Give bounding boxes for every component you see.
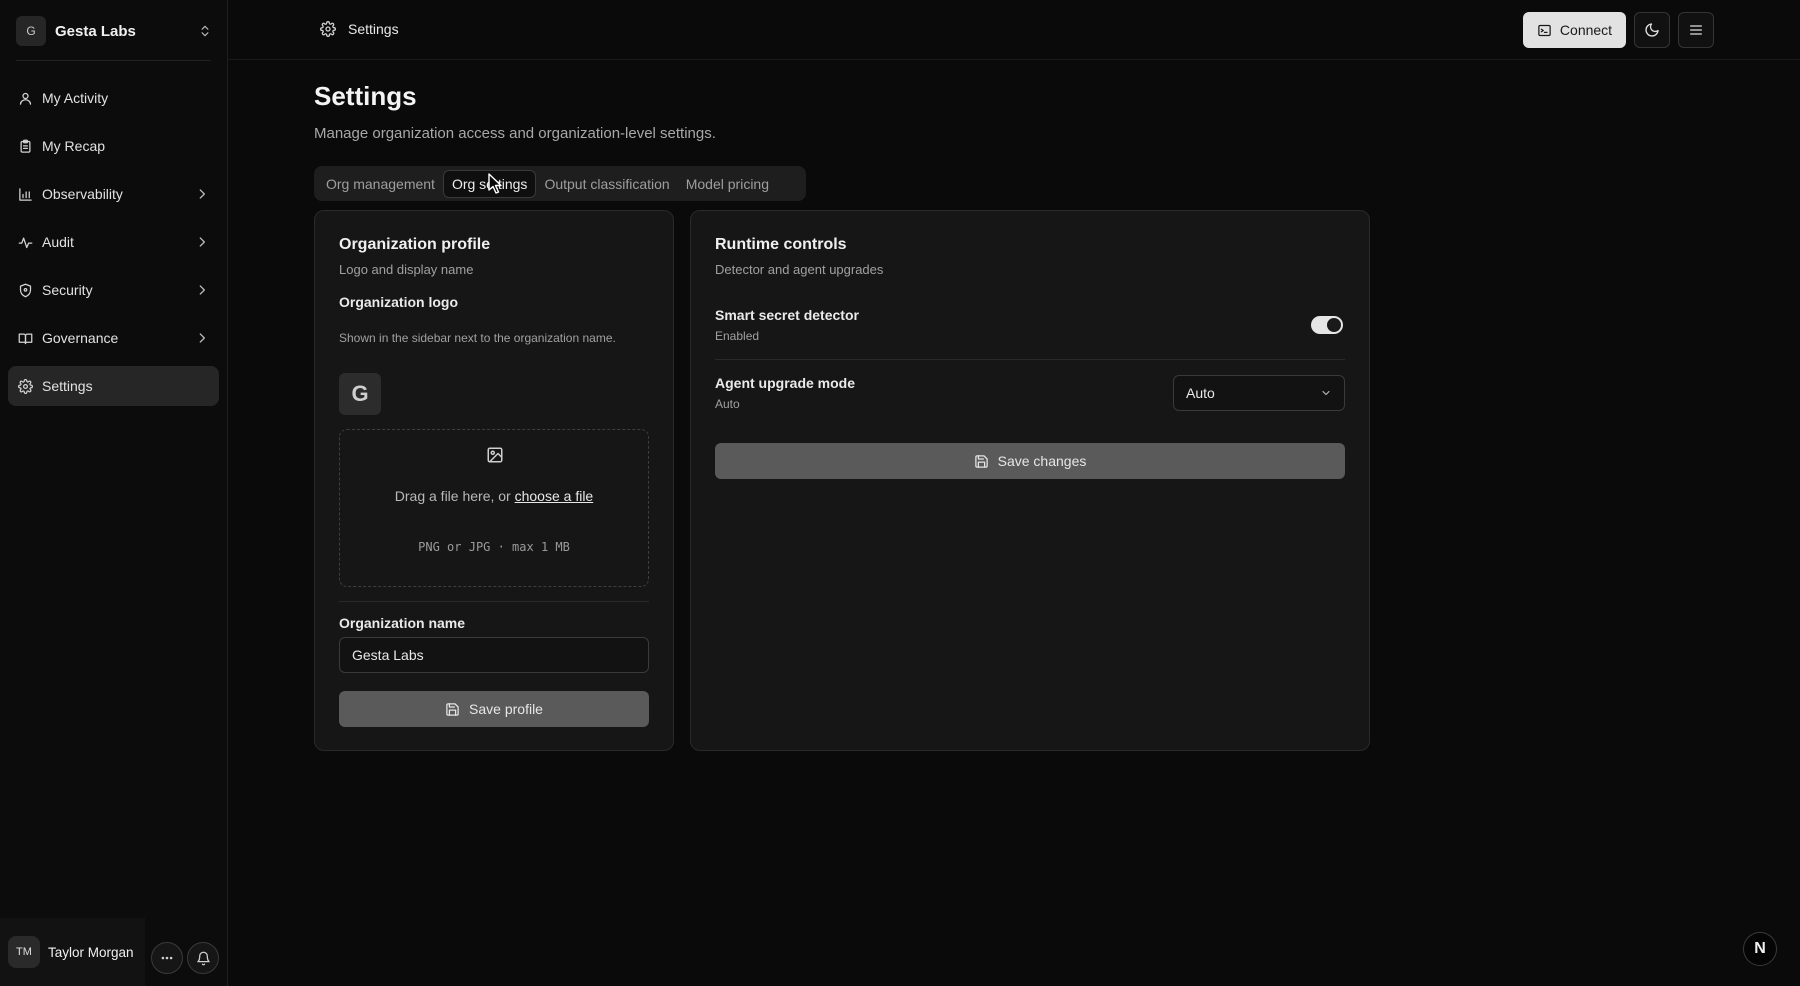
more-options-button[interactable] (151, 942, 183, 974)
organization-logo-help: Shown in the sidebar next to the organiz… (339, 331, 616, 345)
save-profile-label: Save profile (469, 701, 543, 717)
gear-icon (320, 21, 336, 37)
activity-icon (18, 237, 33, 248)
sidebar-item-label: Observability (42, 186, 123, 202)
tab-output-classification[interactable]: Output classification (536, 170, 677, 198)
connect-label: Connect (1559, 22, 1613, 38)
organization-logo-preview: G (339, 373, 381, 415)
card-title: Runtime controls (715, 236, 847, 253)
page-subtitle: Manage organization access and organizat… (314, 125, 716, 142)
smart-secret-detector-status: Enabled (715, 329, 760, 343)
image-upload-icon (487, 447, 503, 463)
chevron-right-icon (199, 285, 205, 295)
bar-chart-icon (19, 187, 32, 201)
dropzone-hint: PNG or JPG · max 1 MB (418, 540, 570, 554)
runtime-controls-card: Runtime controls Detector and agent upgr… (690, 210, 1370, 751)
choose-file-link[interactable]: choose a file (515, 488, 594, 504)
card-divider (715, 359, 1345, 360)
sidebar: G Gesta Labs My Activity My Recap Observ… (0, 0, 228, 986)
shield-icon (19, 283, 32, 297)
sidebar-item-settings[interactable]: Settings (8, 366, 219, 406)
sidebar-item-my-recap[interactable]: My Recap (8, 126, 219, 166)
moon-icon (1645, 23, 1659, 37)
sidebar-item-label: Audit (42, 234, 74, 250)
toggle-knob (1327, 318, 1341, 332)
sidebar-item-label: Security (42, 282, 93, 298)
sidebar-item-governance[interactable]: Governance (8, 318, 219, 358)
user-name[interactable]: Taylor Morgan (48, 945, 134, 960)
agent-upgrade-mode-label: Agent upgrade mode (715, 375, 856, 391)
page-title: Settings (314, 81, 417, 111)
chevron-right-icon (199, 333, 205, 343)
tab-org-management[interactable]: Org management (318, 170, 443, 198)
chevron-down-icon (1322, 390, 1330, 396)
card-subtitle: Logo and display name (339, 262, 474, 277)
sidebar-item-my-activity[interactable]: My Activity (8, 78, 219, 118)
smart-secret-detector-label: Smart secret detector (715, 307, 859, 323)
organization-logo-label: Organization logo (339, 294, 458, 310)
menu-icon (1690, 25, 1702, 35)
save-icon (974, 454, 988, 468)
connect-button[interactable]: Connect (1523, 12, 1626, 48)
sidebar-item-label: My Activity (42, 90, 109, 106)
sidebar-nav: My Activity My Recap Observability Audit… (8, 78, 219, 414)
chevron-right-icon (199, 237, 205, 247)
dev-tools-badge[interactable]: N (1743, 932, 1777, 966)
ellipsis-icon (161, 956, 173, 960)
dropzone-instruction: Drag a file here, or (394, 488, 515, 504)
book-icon (18, 333, 33, 344)
smart-secret-detector-toggle[interactable] (1311, 316, 1343, 334)
bell-icon (196, 951, 210, 965)
settings-tabs: Org management Org settings Output class… (314, 166, 806, 201)
card-subtitle: Detector and agent upgrades (715, 262, 884, 277)
save-changes-label: Save changes (997, 453, 1087, 469)
agent-upgrade-mode-status: Auto (715, 397, 740, 411)
mouse-pointer-icon (488, 173, 502, 194)
chevrons-up-down-icon (201, 25, 209, 37)
organization-name-label: Organization name (339, 615, 466, 631)
card-divider (339, 601, 649, 602)
terminal-icon (1538, 24, 1551, 36)
logo-upload-dropzone[interactable]: Drag a file here, or choose a file PNG o… (339, 429, 649, 587)
gear-icon (18, 378, 33, 394)
user-icon (19, 92, 32, 105)
org-switcher[interactable]: G Gesta Labs (16, 16, 212, 46)
select-value: Auto (1186, 385, 1215, 401)
sidebar-item-audit[interactable]: Audit (8, 222, 219, 262)
organization-name-input[interactable]: Gesta Labs (339, 637, 649, 673)
sidebar-item-label: My Recap (42, 138, 106, 154)
sidebar-item-label: Settings (42, 378, 93, 394)
breadcrumb: Settings (320, 21, 399, 37)
sidebar-item-security[interactable]: Security (8, 270, 219, 310)
card-title: Organization profile (339, 236, 491, 253)
sidebar-divider (16, 60, 211, 61)
breadcrumb-label: Settings (348, 21, 399, 37)
clipboard-icon (20, 139, 31, 153)
org-avatar: G (16, 16, 46, 46)
org-name: Gesta Labs (55, 22, 136, 40)
chevron-right-icon (199, 189, 205, 199)
save-changes-button[interactable]: Save changes (715, 443, 1345, 479)
tab-model-pricing[interactable]: Model pricing (678, 170, 777, 198)
save-profile-button[interactable]: Save profile (339, 691, 649, 727)
sidebar-item-label: Governance (42, 330, 119, 346)
dropzone-text: Drag a file here, or choose a file (340, 488, 648, 504)
notifications-button[interactable] (187, 942, 219, 974)
agent-upgrade-mode-select[interactable]: Auto (1173, 375, 1345, 411)
save-icon (446, 702, 459, 716)
theme-toggle-button[interactable] (1634, 12, 1670, 48)
menu-button[interactable] (1678, 12, 1714, 48)
organization-profile-card: Organization profile Logo and display na… (314, 210, 674, 751)
sidebar-item-observability[interactable]: Observability (8, 174, 219, 214)
avatar[interactable]: TM (8, 936, 40, 968)
